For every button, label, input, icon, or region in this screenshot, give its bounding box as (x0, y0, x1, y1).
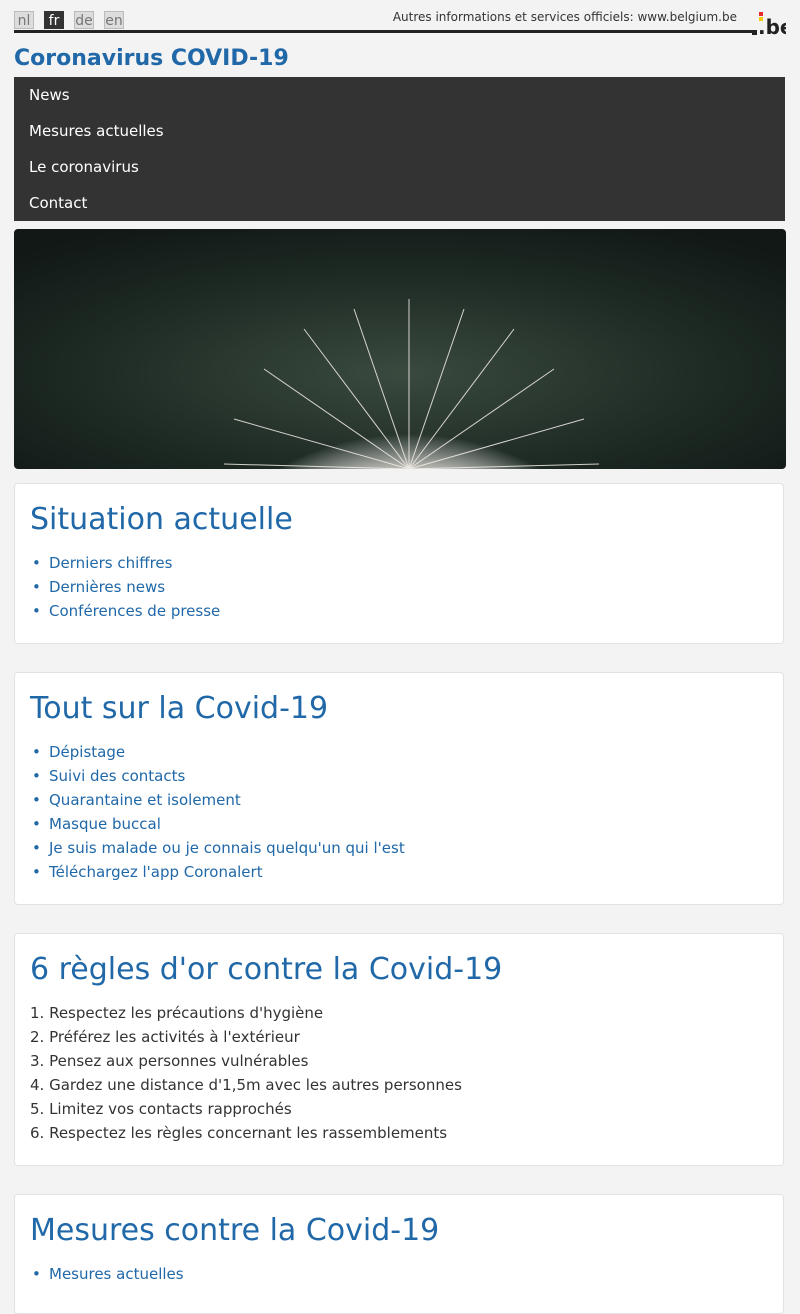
section-tout-sur: Tout sur la Covid-19 Dépistage Suivi des… (14, 672, 784, 905)
site-title[interactable]: Coronavirus COVID-19 (14, 46, 289, 71)
section-title: Mesures contre la Covid-19 (30, 1213, 440, 1248)
nav-item-coronavirus[interactable]: Le coronavirus (14, 149, 785, 185)
main-nav: News Mesures actuelles Le coronavirus Co… (14, 77, 785, 221)
list-item[interactable]: Mesures actuelles (30, 1262, 184, 1286)
list-item[interactable]: Dernières news (30, 575, 220, 599)
official-info-link[interactable]: Autres informations et services officiel… (393, 10, 737, 24)
list-item[interactable]: Masque buccal (30, 812, 405, 836)
lang-fr[interactable]: fr (44, 11, 64, 29)
section-title: Situation actuelle (30, 502, 293, 537)
link-list: Mesures actuelles (30, 1262, 184, 1286)
link-list: Dépistage Suivi des contacts Quarantaine… (30, 740, 405, 884)
lang-en[interactable]: en (104, 11, 124, 29)
nav-item-news[interactable]: News (14, 77, 785, 113)
list-item: 3. Pensez aux personnes vulnérables (30, 1052, 309, 1070)
divider (14, 30, 752, 33)
section-mesures: Mesures contre la Covid-19 Mesures actue… (14, 1194, 784, 1314)
list-item[interactable]: Téléchargez l'app Coronalert (30, 860, 405, 884)
section-title: 6 règles d'or contre la Covid-19 (30, 952, 503, 987)
list-item[interactable]: Quarantaine et isolement (30, 788, 405, 812)
lang-de[interactable]: de (74, 11, 94, 29)
nav-item-contact[interactable]: Contact (14, 185, 785, 221)
rules-list: 1. Respectez les précautions d'hygiène 2… (30, 1001, 462, 1145)
section-title: Tout sur la Covid-19 (30, 691, 329, 726)
logo-text: .be (758, 15, 786, 36)
language-switcher: nl fr de en (14, 11, 124, 29)
list-item: 5. Limitez vos contacts rapprochés (30, 1100, 292, 1118)
list-item: 1. Respectez les précautions d'hygiène (30, 1004, 324, 1022)
nav-item-mesures[interactable]: Mesures actuelles (14, 113, 785, 149)
top-bar: nl fr de en Autres informations et servi… (14, 0, 786, 36)
list-item[interactable]: Derniers chiffres (30, 551, 220, 575)
list-item[interactable]: Suivi des contacts (30, 764, 405, 788)
belgium-logo[interactable]: .be (752, 10, 786, 36)
list-item: 2. Préférez les activités à l'extérieur (30, 1028, 300, 1046)
list-item: 6. Respectez les règles concernant les r… (30, 1124, 448, 1142)
link-list: Derniers chiffres Dernières news Confére… (30, 551, 220, 623)
list-item[interactable]: Je suis malade ou je connais quelqu'un q… (30, 836, 405, 860)
section-situation: Situation actuelle Derniers chiffres Der… (14, 483, 784, 644)
lang-nl[interactable]: nl (14, 11, 34, 29)
hero-image (14, 229, 786, 469)
list-item: 4. Gardez une distance d'1,5m avec les a… (30, 1076, 462, 1094)
section-regles: 6 règles d'or contre la Covid-19 1. Resp… (14, 933, 784, 1166)
list-item[interactable]: Conférences de presse (30, 599, 220, 623)
list-item[interactable]: Dépistage (30, 740, 405, 764)
dandelion-image (14, 229, 786, 469)
